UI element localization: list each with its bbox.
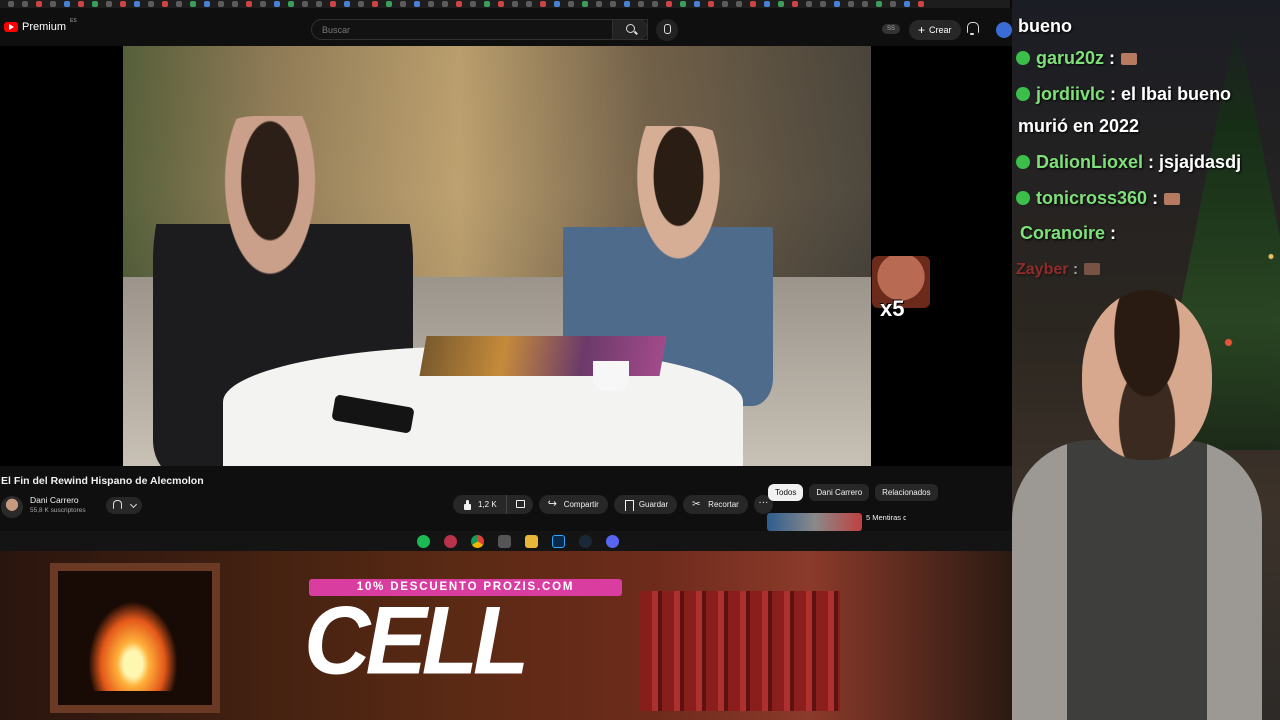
chat-message: murió en 2022 xyxy=(1018,110,1139,142)
bookmark-icon xyxy=(623,499,634,511)
chat-text: : xyxy=(1109,48,1116,68)
youtube-logo[interactable]: Premium ES xyxy=(4,18,77,33)
chip-channel[interactable]: Dani Carrero xyxy=(809,484,870,501)
chat-badge-icon xyxy=(1016,155,1030,169)
logo-text: Premium xyxy=(22,21,67,33)
create-button[interactable]: + Crear xyxy=(909,20,961,40)
like-count: 1,2 K xyxy=(478,500,497,509)
chat-badge-icon xyxy=(1016,51,1030,65)
like-dislike-group: 1,2 K xyxy=(453,495,533,514)
video-actions: 1,2 K Compartir Guardar Recortar ··· xyxy=(453,495,773,514)
chat-username: tonicross360 xyxy=(1036,188,1148,208)
app-icon[interactable] xyxy=(498,534,511,548)
chip-all[interactable]: Todos xyxy=(768,484,804,501)
chat-message: jordiivlc : el Ibai bueno xyxy=(1016,78,1231,110)
streamer-body xyxy=(1012,440,1262,720)
video-cup xyxy=(593,361,629,391)
chat-text: : el Ibai bueno xyxy=(1110,84,1232,104)
chat-text: murió en 2022 xyxy=(1018,116,1140,136)
like-button[interactable]: 1,2 K xyxy=(453,495,507,514)
ad-headline: CELL xyxy=(304,587,529,695)
video-player[interactable]: x5 xyxy=(0,46,1012,466)
related-video-thumbnail[interactable] xyxy=(767,513,862,531)
clip-label: Recortar xyxy=(708,500,739,509)
blanket-image xyxy=(640,591,840,711)
streamer xyxy=(1012,290,1262,720)
screen: Premium ES SS + Crear x5 El Fin d xyxy=(0,0,1280,720)
search-box xyxy=(311,19,648,40)
chat-text: : xyxy=(1072,261,1079,278)
youtube-header: Premium ES SS + Crear xyxy=(0,8,1012,46)
clip-button[interactable]: Recortar xyxy=(683,495,748,514)
browser-tab-strip[interactable] xyxy=(0,0,1010,8)
youtube-play-icon xyxy=(4,22,18,32)
video-photo-album xyxy=(419,336,667,376)
taskbar xyxy=(0,531,1012,551)
spotify-icon[interactable] xyxy=(417,534,430,548)
chat-message: bueno xyxy=(1018,10,1072,42)
scissors-icon xyxy=(692,495,702,514)
chat-message: Coranoire : xyxy=(1020,217,1116,249)
chat-badge-icon xyxy=(1016,191,1030,205)
share-icon xyxy=(548,495,558,514)
chrome-icon[interactable] xyxy=(471,534,484,548)
chat-username: garu20z xyxy=(1036,48,1105,68)
chat-badge-icon xyxy=(1016,87,1030,101)
chat-emote-icon xyxy=(1084,263,1101,275)
streamer-head xyxy=(1082,290,1212,460)
thumbs-down-icon xyxy=(515,499,525,510)
sponsor-banner: 10% DESCUENTO PROZIS.COM CELL xyxy=(0,551,1012,720)
share-button[interactable]: Compartir xyxy=(538,495,608,514)
thumbs-up-icon xyxy=(462,499,472,510)
chat-message: Zayber : xyxy=(1016,254,1101,286)
create-label: Crear xyxy=(929,25,952,35)
fireplace-image xyxy=(50,563,220,713)
emote-count: x5 xyxy=(880,296,905,321)
channel-name[interactable]: Dani Carrero xyxy=(30,495,79,505)
extension-badge[interactable]: SS xyxy=(882,24,900,34)
microphone-icon[interactable] xyxy=(656,19,678,41)
chat-emote-icon xyxy=(1121,53,1138,65)
share-label: Compartir xyxy=(563,500,599,509)
search-icon[interactable] xyxy=(612,19,648,40)
chat-username: Coranoire xyxy=(1020,223,1106,243)
photoshop-icon[interactable] xyxy=(552,534,565,548)
search-input[interactable] xyxy=(312,21,612,39)
chip-related[interactable]: Relacionados xyxy=(875,484,938,501)
logo-region: ES xyxy=(70,18,77,24)
chat-message: DalionLioxel : jsjajdasdj xyxy=(1016,146,1241,178)
chat-text: : xyxy=(1152,188,1159,208)
chat-username: DalionLioxel xyxy=(1036,152,1144,172)
record-icon[interactable] xyxy=(444,534,457,548)
account-avatar[interactable] xyxy=(996,22,1012,38)
channel-avatar[interactable] xyxy=(1,496,23,518)
video-title: El Fin del Rewind Hispano de Alecmolon xyxy=(1,475,204,487)
discord-icon[interactable] xyxy=(606,534,619,548)
chat-username: jordiivlc xyxy=(1036,84,1106,104)
chat-emote-icon xyxy=(1164,193,1181,205)
chat-text: : jsjajdasdj xyxy=(1148,152,1242,172)
dislike-button[interactable] xyxy=(506,495,533,514)
chat-text: bueno xyxy=(1018,16,1072,36)
chat-text: : xyxy=(1110,223,1117,243)
folder-icon[interactable] xyxy=(525,534,538,548)
chat-message: garu20z : xyxy=(1016,42,1138,74)
save-label: Guardar xyxy=(638,500,669,509)
chat-message: tonicross360 : xyxy=(1016,182,1181,214)
chat-username: Zayber xyxy=(1016,261,1069,278)
save-button[interactable]: Guardar xyxy=(613,495,678,514)
video-frame[interactable] xyxy=(123,46,871,466)
related-filter-chips: Todos Dani Carrero Relacionados xyxy=(768,484,938,501)
steam-icon[interactable] xyxy=(579,534,592,548)
subscription-bell-button[interactable] xyxy=(106,497,142,514)
channel-subscribers: 55,8 K suscriptores xyxy=(30,507,86,514)
related-video-title[interactable]: 5 Mentiras d Lavandería xyxy=(866,513,906,522)
notifications-bell-icon[interactable] xyxy=(966,22,979,35)
plus-icon: + xyxy=(918,23,926,37)
